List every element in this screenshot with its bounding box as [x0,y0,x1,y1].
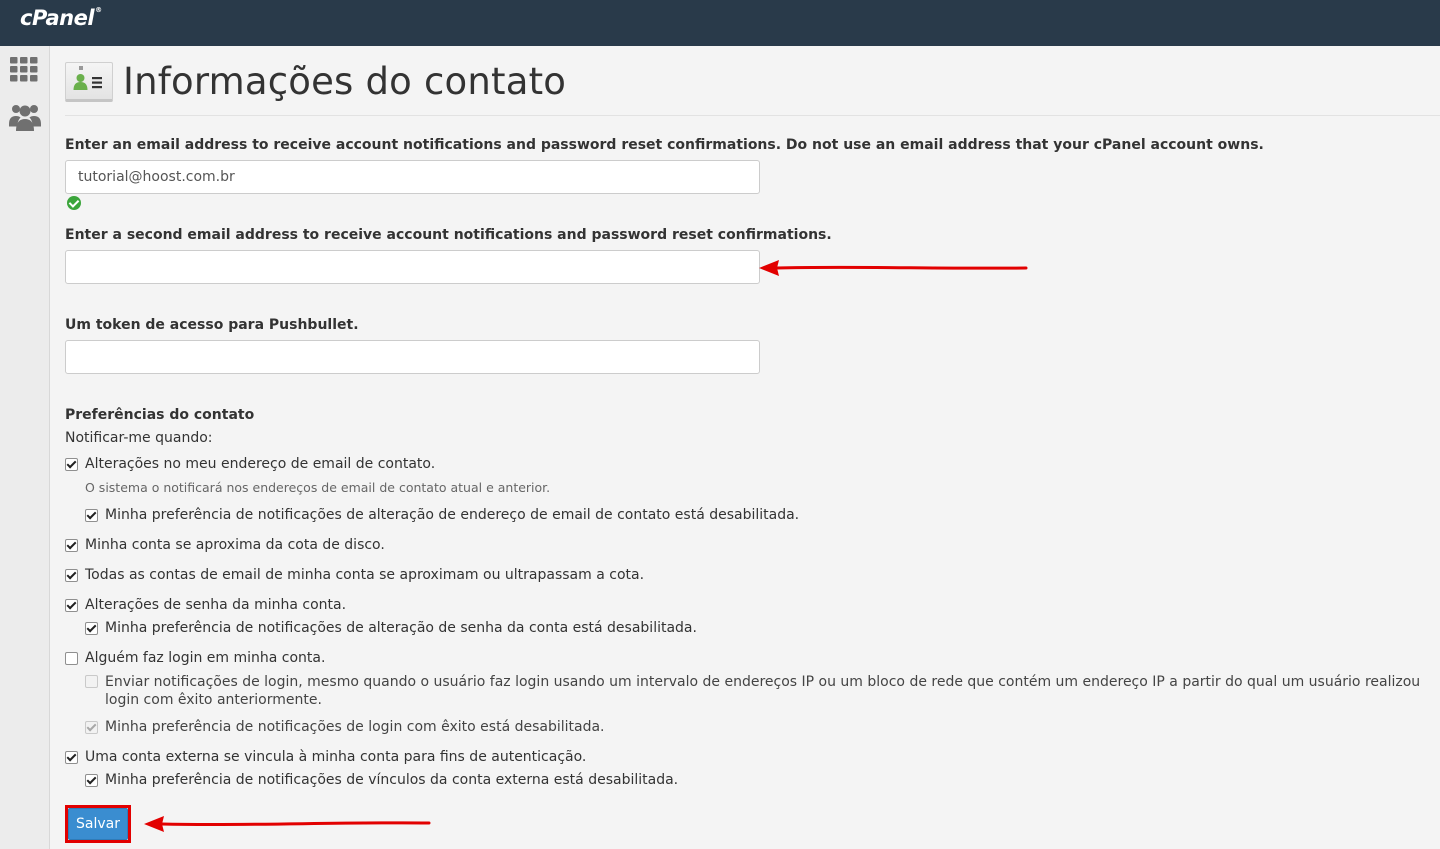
contact-card-icon [65,62,113,102]
preferences-heading: Preferências do contato [65,407,255,423]
option-label: Alterações no meu endereço de email de c… [85,456,436,472]
users-icon-svg [9,105,41,131]
users-icon[interactable] [9,102,41,132]
notify-label: Notificar-me quando: [65,430,213,446]
logo-registered-mark: ® [95,6,102,14]
checkbox[interactable] [65,751,78,764]
pushbullet-field[interactable] [65,340,760,374]
annotation-arrow-email2 [759,260,1028,276]
grid-icon-svg [10,57,38,82]
contact-card-icon-svg [73,66,102,90]
main-content: Informações do contato Enter an email ad… [51,46,1440,849]
option-help-text: O sistema o notificará nos endereços de … [85,480,551,495]
option-label: Minha preferência de notificações de alt… [105,507,800,523]
checkbox[interactable] [65,652,78,665]
option-label: Uma conta externa se vincula à minha con… [85,749,587,765]
option-login-ip-range: Enviar notificações de login, mesmo quan… [65,673,1440,709]
option-label: Todas as contas de email de minha conta … [85,567,645,583]
option-label: Minha preferência de notificações de alt… [105,620,697,636]
email2-label: Enter a second email address to receive … [65,227,832,243]
top-bar: cPanel® [0,0,1440,46]
checkbox[interactable] [65,458,78,471]
annotation-arrow-save [144,816,431,832]
email2-field[interactable] [65,250,760,284]
save-button[interactable]: Salvar [68,808,128,840]
option-label: Minha preferência de notificações de vín… [105,772,679,788]
grid-icon[interactable] [9,56,41,86]
pushbullet-label: Um token de acesso para Pushbullet. [65,317,359,333]
logo-text: cPanel [20,6,95,30]
option-label: Alterações de senha da minha conta. [85,597,347,613]
checkbox[interactable] [85,774,98,787]
checkbox[interactable] [85,509,98,522]
option-label: Enviar notificações de login, mesmo quan… [105,674,1421,708]
checkbox [85,721,98,734]
option-label: Minha preferência de notificações de log… [105,719,605,735]
checkbox[interactable] [85,622,98,635]
page-title: Informações do contato [123,60,567,103]
option-label: Minha conta se aproxima da cota de disco… [85,537,385,553]
sidebar [0,46,50,849]
checkbox[interactable] [65,569,78,582]
email1-label: Enter an email address to receive accoun… [65,137,1264,153]
checkbox[interactable] [65,599,78,612]
header-divider [65,115,1440,116]
email1-field[interactable]: tutorial@hoost.com.br [65,160,760,194]
option-label: Alguém faz login em minha conta. [85,650,326,666]
checkbox [85,675,98,688]
valid-check-icon [67,196,81,210]
cpanel-logo[interactable]: cPanel® [20,6,102,30]
checkbox[interactable] [65,539,78,552]
